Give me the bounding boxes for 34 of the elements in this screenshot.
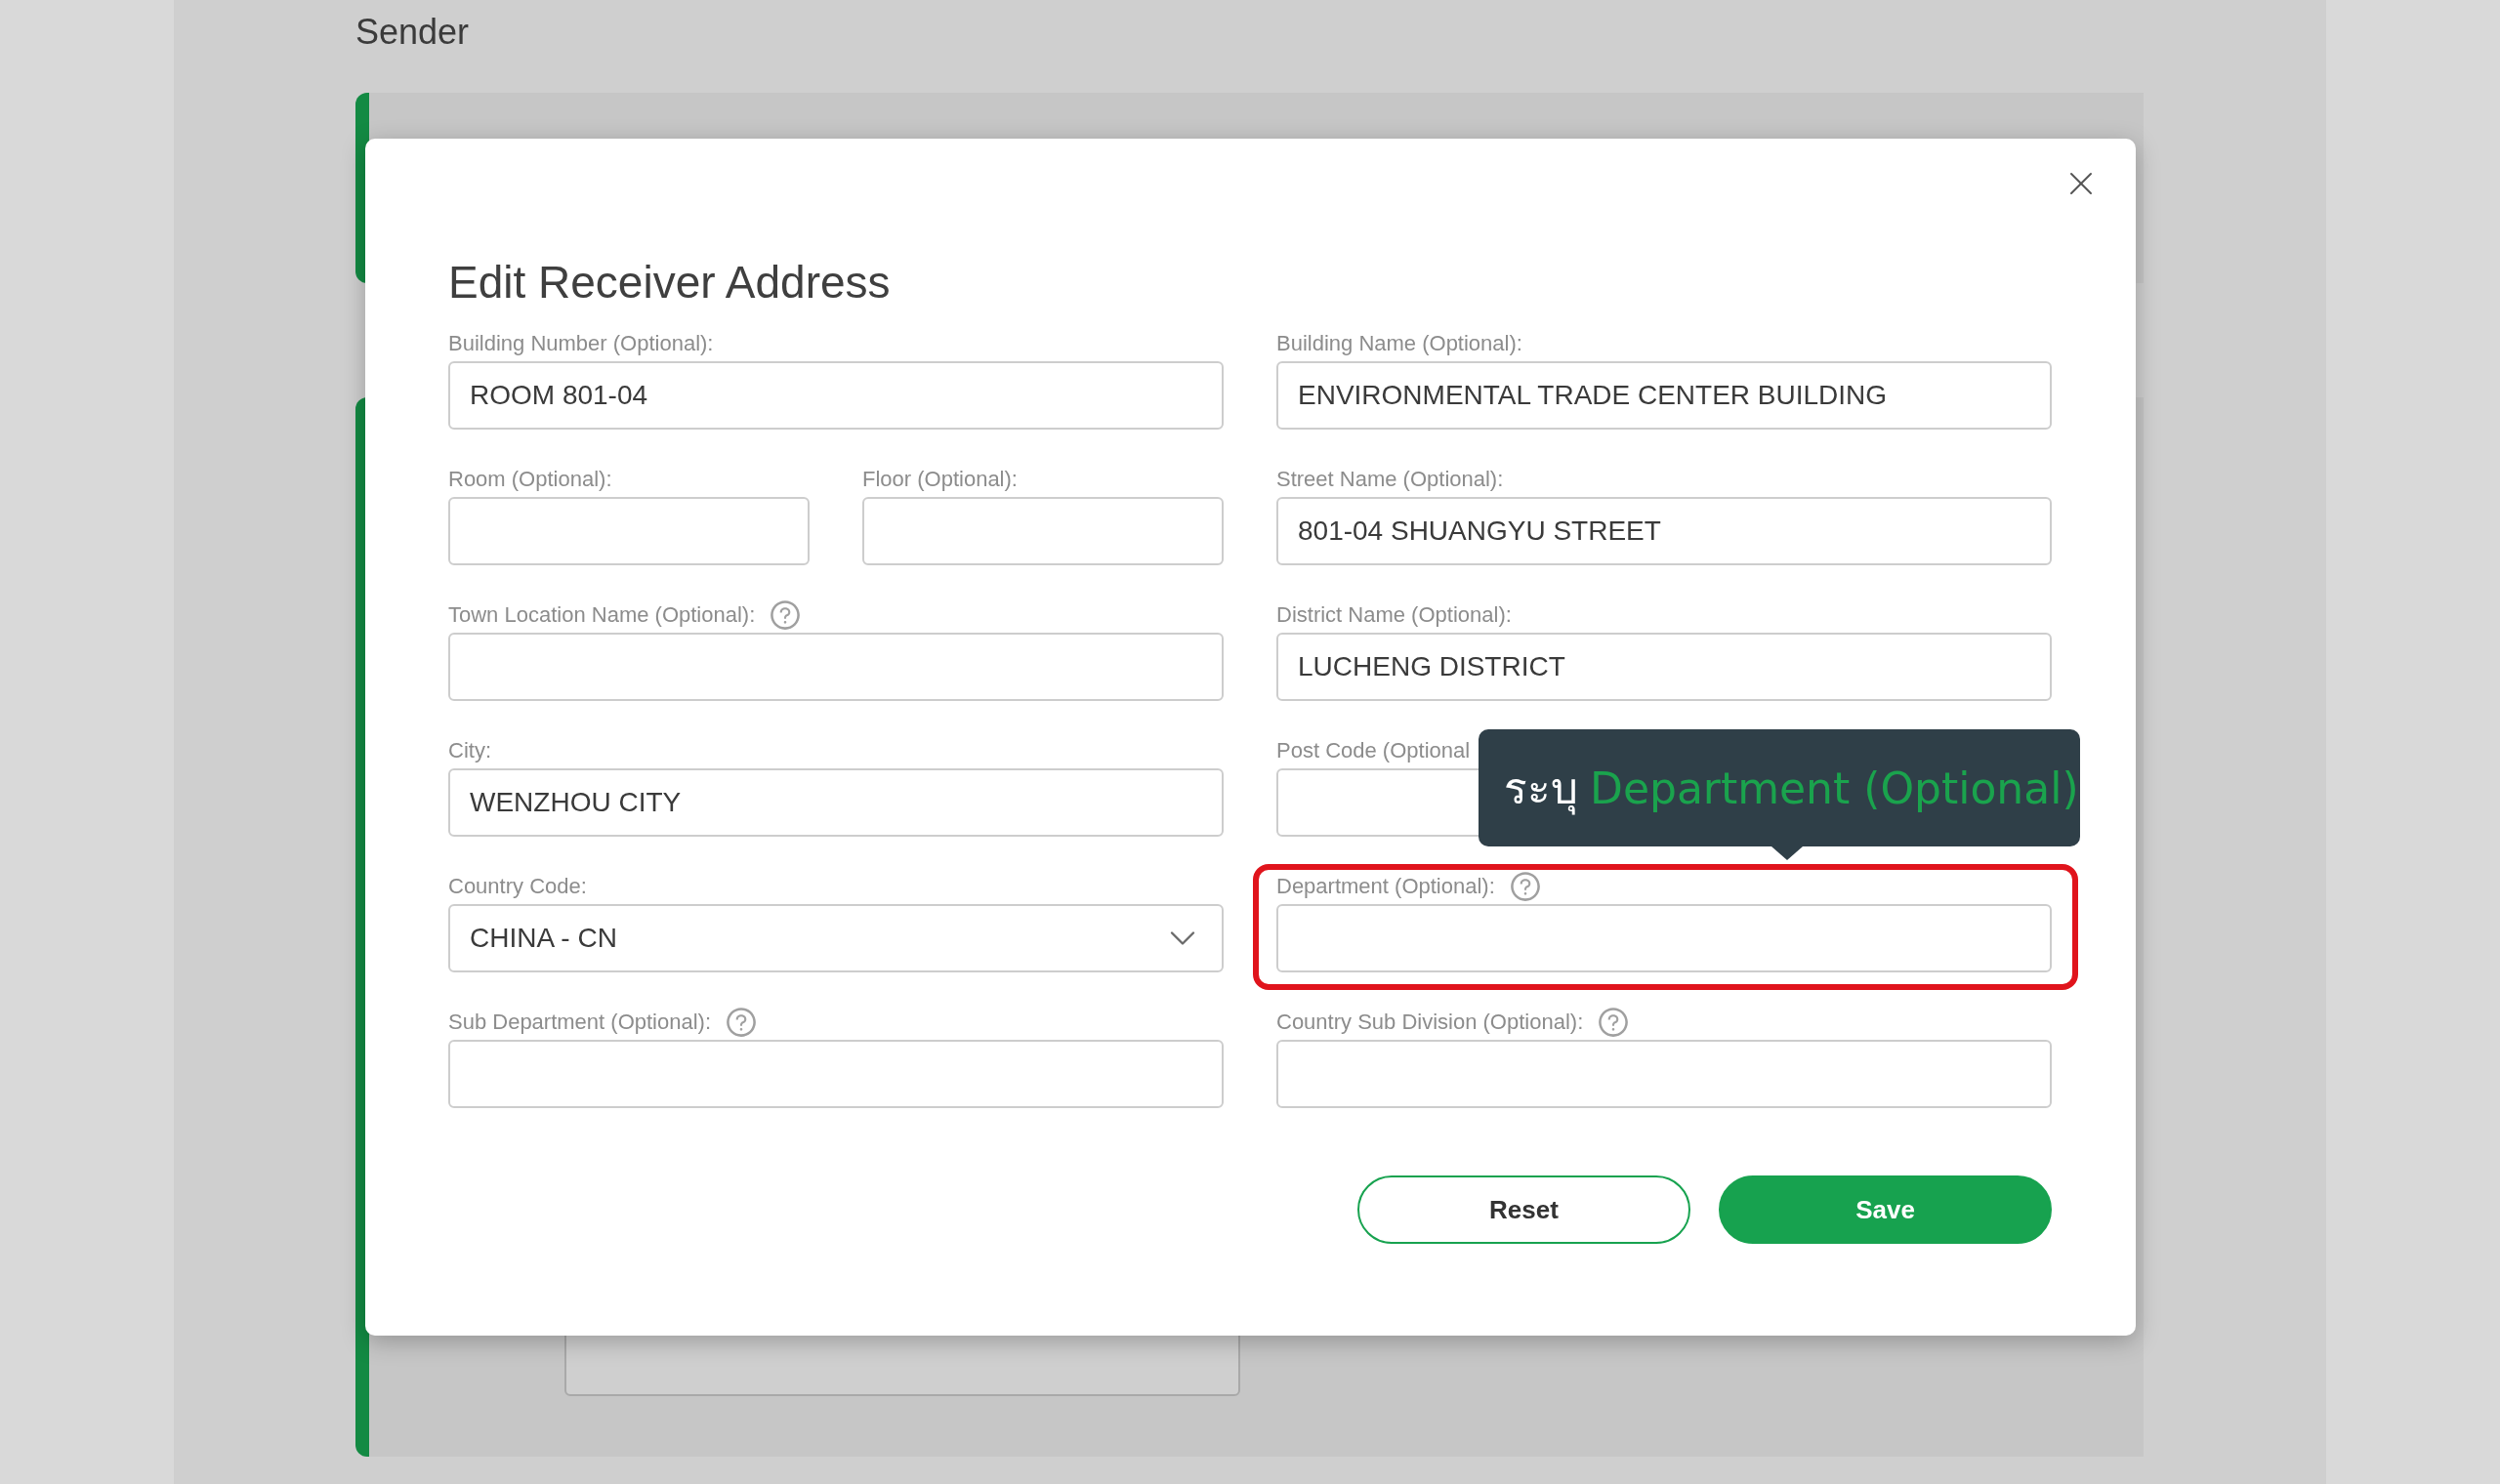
help-icon[interactable] (725, 1006, 759, 1039)
input-field[interactable] (448, 1040, 1224, 1108)
input-field[interactable] (448, 497, 810, 565)
field-label: Building Number (Optional): (448, 331, 714, 356)
input-field[interactable]: ROOM 801-04 (448, 361, 1224, 430)
tooltip-text: Department (Optional) (1590, 763, 2079, 813)
modal-title: Edit Receiver Address (448, 256, 892, 309)
field-label: Street Name (Optional): (1276, 467, 1504, 492)
input-field[interactable] (448, 633, 1224, 701)
input-field[interactable]: WENZHOU CITY (448, 768, 1224, 837)
input-field[interactable] (1276, 1040, 2052, 1108)
field-label: District Name (Optional): (1276, 602, 1512, 628)
section-title: Sender (355, 11, 471, 54)
input-field[interactable]: LUCHENG DISTRICT (1276, 633, 2052, 701)
country-select[interactable]: CHINA - CN (448, 904, 1224, 972)
input-field[interactable]: 801-04 SHUANGYU STREET (1276, 497, 2052, 565)
field-label: Sub Department (Optional): (448, 1010, 712, 1035)
input-field[interactable]: ENVIRONMENTAL TRADE CENTER BUILDING (1276, 361, 2052, 430)
help-icon[interactable] (1508, 870, 1542, 903)
field-label: Room (Optional): (448, 467, 612, 492)
field-label: Department (Optional): (1276, 874, 1495, 899)
reset-button[interactable]: Reset (1357, 1175, 1690, 1244)
field-label: City: (448, 738, 491, 763)
field-label: Town Location Name (Optional): (448, 602, 756, 628)
help-icon[interactable] (1597, 1006, 1631, 1039)
input-field[interactable] (862, 497, 1224, 565)
field-label: Building Name (Optional): (1276, 331, 1522, 356)
field-label: Country Sub Division (Optional): (1276, 1010, 1584, 1035)
tooltip-prefix: ระบุ (1504, 763, 1578, 817)
input-field[interactable] (1276, 904, 2052, 972)
help-icon[interactable] (769, 598, 803, 632)
field-label: Country Code: (448, 874, 587, 899)
field-label: Floor (Optional): (862, 467, 1018, 492)
field-label: Post Code (Optional (1276, 738, 1471, 763)
